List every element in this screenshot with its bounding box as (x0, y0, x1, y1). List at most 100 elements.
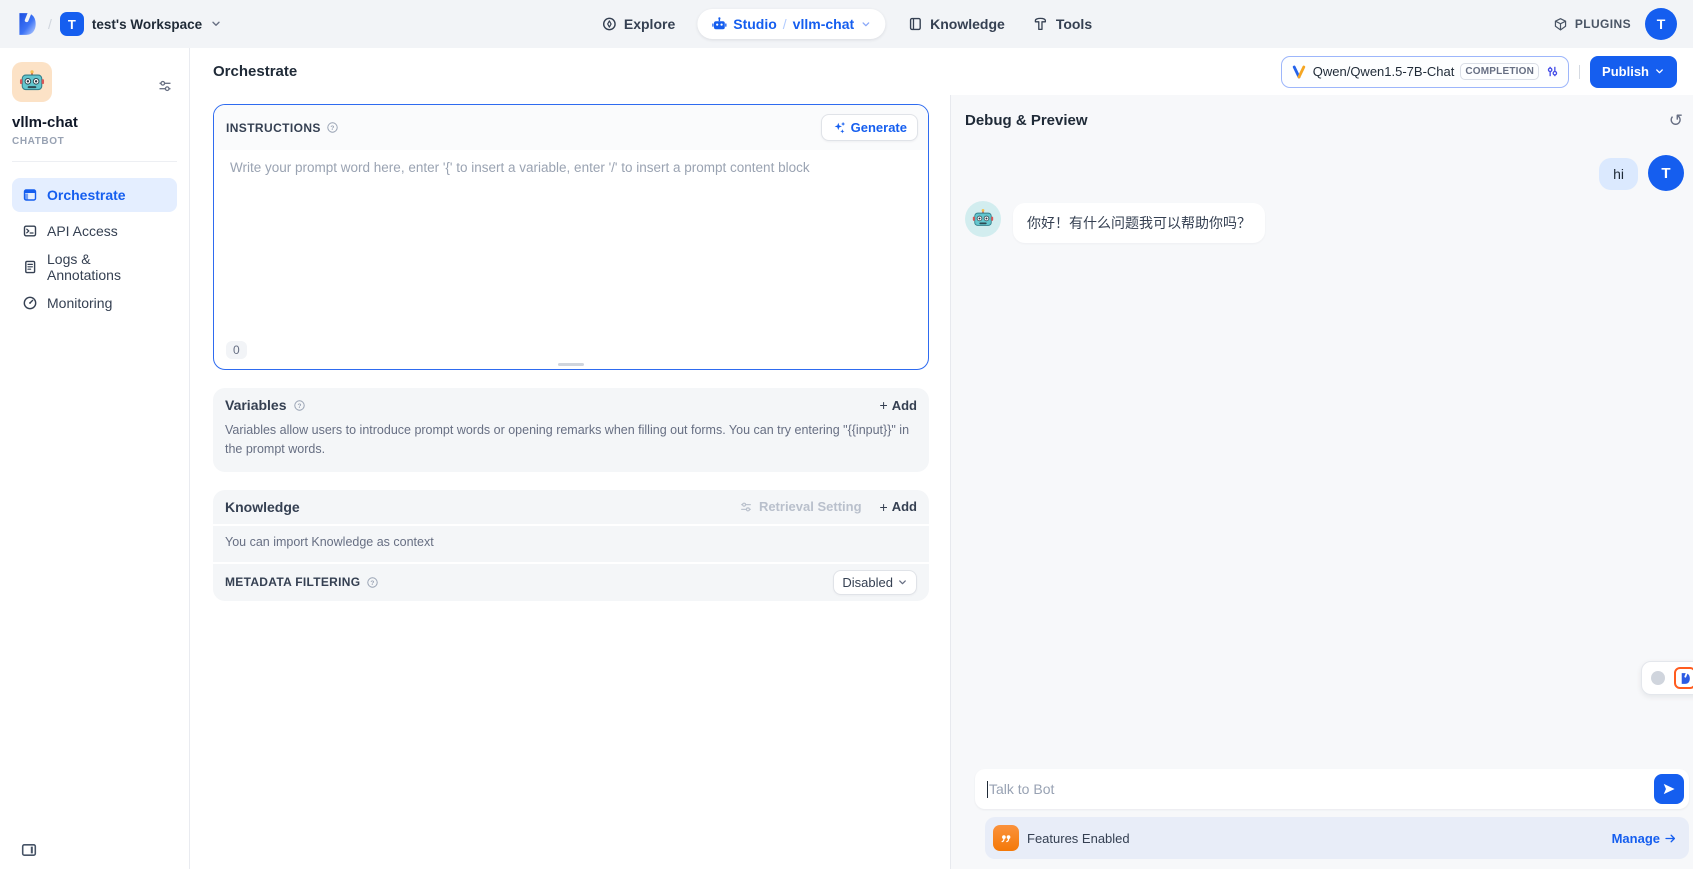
help-icon[interactable]: ? (293, 399, 306, 412)
chevron-down-icon[interactable] (860, 19, 871, 30)
nav-studio-label: Studio (733, 16, 777, 32)
workspace-name[interactable]: test's Workspace (92, 17, 202, 32)
header-right: PLUGINS T (1553, 8, 1677, 40)
knowledge-header: Knowledge Retrieval Setting + Add (213, 490, 929, 524)
knowledge-add-button[interactable]: + Add (880, 499, 917, 515)
nav-knowledge[interactable]: Knowledge (901, 10, 1011, 38)
main-area: Orchestrate Qwen/Qwen1.5-7B-Chat COMPLET… (190, 48, 1693, 869)
sidebar-item-label: Orchestrate (47, 187, 126, 203)
nav-app-name: vllm-chat (793, 16, 854, 32)
model-mode-badge: COMPLETION (1460, 63, 1539, 80)
svg-text:?: ? (297, 402, 301, 409)
workspace-avatar[interactable]: T (60, 12, 84, 36)
help-icon[interactable]: ? (366, 576, 379, 589)
model-selector[interactable]: Qwen/Qwen1.5-7B-Chat COMPLETION (1281, 56, 1569, 88)
page-header-right: Qwen/Qwen1.5-7B-Chat COMPLETION Publish (1281, 56, 1677, 88)
user-avatar[interactable]: T (1645, 8, 1677, 40)
sidebar-item-label: API Access (47, 223, 118, 239)
instructions-panel: INSTRUCTIONS ? Generate Write your promp… (213, 104, 929, 370)
sidebar-item-orchestrate[interactable]: Orchestrate (12, 178, 177, 212)
resize-handle[interactable] (558, 363, 584, 366)
variables-section: Variables ? + Add Variables allow users … (213, 388, 929, 472)
plus-icon: + (880, 499, 888, 515)
api-access-icon (22, 223, 38, 239)
sidebar-item-logs-annotations[interactable]: Logs & Annotations (12, 250, 177, 284)
arrow-right-icon (1664, 832, 1677, 845)
user-message-bubble: hi (1599, 158, 1638, 190)
nav-explore[interactable]: Explore (595, 10, 681, 38)
assistant-message-bubble: 你好！有什么问题我可以帮助你吗？ (1013, 203, 1265, 243)
instructions-editor[interactable]: Write your prompt word here, enter '{' t… (214, 150, 928, 186)
sidebar-app-type-badge: CHATBOT (12, 136, 177, 147)
plugins-button[interactable]: PLUGINS (1553, 17, 1631, 32)
help-icon[interactable]: ? (326, 121, 339, 134)
svg-text:?: ? (371, 580, 375, 587)
debug-bottom: Features Enabled Manage (951, 769, 1693, 869)
breadcrumb-separator: / (48, 16, 52, 32)
manage-label: Manage (1612, 831, 1660, 846)
sidebar-item-label: Monitoring (47, 295, 112, 311)
header-left: / T test's Workspace (14, 11, 222, 37)
instructions-header: INSTRUCTIONS ? Generate (214, 105, 928, 150)
sidebar-item-label: Logs & Annotations (47, 251, 167, 283)
dify-mini-logo-icon (1674, 667, 1693, 689)
generate-sparkle-icon (832, 121, 846, 135)
nav-tools[interactable]: Tools (1027, 10, 1098, 38)
variables-header: Variables ? + Add (213, 388, 929, 415)
logs-icon (22, 259, 38, 275)
variables-add-label: Add (892, 398, 917, 413)
metadata-filtering-title-text: METADATA FILTERING (225, 575, 360, 589)
restart-icon[interactable]: ↺ (1669, 112, 1683, 129)
svg-text:?: ? (330, 125, 334, 132)
nav-explore-label: Explore (624, 16, 675, 32)
features-bar: Features Enabled Manage (985, 817, 1689, 859)
send-button[interactable] (1654, 774, 1684, 804)
metadata-filtering-dropdown[interactable]: Disabled (833, 570, 917, 595)
instructions-title-text: INSTRUCTIONS (226, 121, 321, 135)
variables-description: Variables allow users to introduce promp… (213, 415, 929, 472)
model-settings-icon[interactable] (1545, 64, 1560, 79)
chat-input-row (975, 769, 1689, 809)
chat-area: hi T 你好！有什么问题我可以帮助你吗？ (951, 129, 1693, 769)
status-dot (1651, 671, 1665, 685)
orchestrate-icon (22, 187, 38, 203)
retrieval-setting-button[interactable]: Retrieval Setting (739, 499, 862, 514)
generate-button[interactable]: Generate (821, 114, 918, 141)
app-icon[interactable] (12, 62, 52, 102)
page-header: Orchestrate Qwen/Qwen1.5-7B-Chat COMPLET… (190, 48, 1693, 95)
nav-tools-label: Tools (1056, 16, 1092, 32)
debug-panel: Debug & Preview ↺ hi T 你好！有什么问题我可以帮助你 (950, 95, 1693, 869)
variables-add-button[interactable]: + Add (880, 397, 917, 413)
debug-title: Debug & Preview (965, 112, 1088, 129)
sidebar-item-api-access[interactable]: API Access (12, 214, 177, 248)
dify-logo-icon[interactable] (14, 11, 40, 37)
variables-title: Variables ? (225, 397, 306, 413)
metadata-filtering-value: Disabled (842, 575, 893, 590)
sidebar-menu: Orchestrate API Access Logs & Annotation… (12, 178, 177, 320)
chevron-down-icon[interactable] (210, 18, 222, 30)
manage-link[interactable]: Manage (1612, 831, 1677, 846)
sidebar-item-monitoring[interactable]: Monitoring (12, 286, 177, 320)
app-settings-icon[interactable] (157, 78, 173, 94)
collapse-sidebar-icon[interactable] (20, 841, 38, 859)
text-caret (987, 781, 988, 798)
publish-button[interactable]: Publish (1590, 56, 1677, 88)
knowledge-title: Knowledge (225, 499, 300, 515)
metadata-filtering-row: METADATA FILTERING ? Disabled (213, 564, 929, 601)
chat-message-assistant: 你好！有什么问题我可以帮助你吗？ (965, 201, 1684, 243)
chat-input[interactable] (989, 781, 1654, 797)
nav-studio-separator: / (783, 16, 787, 32)
nav-studio-active[interactable]: Studio / vllm-chat (697, 9, 885, 39)
features-icon (993, 825, 1019, 851)
publish-label: Publish (1602, 64, 1649, 79)
send-icon (1662, 782, 1676, 796)
top-header: / T test's Workspace Explore Studio / vl… (0, 0, 1693, 48)
floating-widget[interactable] (1641, 661, 1693, 695)
page-title: Orchestrate (213, 63, 297, 80)
app-sidebar: vllm-chat CHATBOT Orchestrate API Access (0, 48, 190, 869)
metadata-filtering-title: METADATA FILTERING ? (225, 575, 379, 589)
chat-bot-avatar (965, 201, 1001, 237)
instructions-title: INSTRUCTIONS ? (226, 121, 339, 135)
plugins-icon (1553, 17, 1568, 32)
plugins-label: PLUGINS (1575, 17, 1631, 31)
